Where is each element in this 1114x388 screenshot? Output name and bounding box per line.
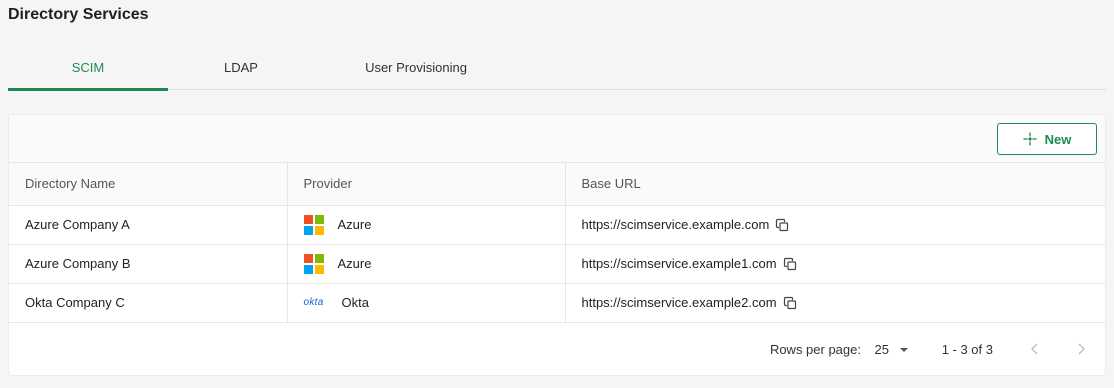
column-header-provider[interactable]: Provider [286, 163, 565, 206]
base-url-text: https://scimservice.example.com [581, 217, 770, 232]
directory-table-card: New Directory Name Provider Base URL Azu… [8, 114, 1106, 376]
directory-table: Directory Name Provider Base URL Azure C… [9, 163, 1105, 323]
provider-cell: Azure [286, 205, 565, 245]
chevron-right-icon [1078, 343, 1085, 355]
new-button[interactable]: New [997, 123, 1097, 155]
copy-icon[interactable] [783, 257, 797, 271]
okta-logo-icon: okta [303, 297, 324, 308]
base-url-cell: https://scimservice.example2.com [564, 283, 1105, 323]
directory-services-page: Directory Services SCIM LDAP User Provis… [0, 0, 1114, 388]
table-toolbar: New [9, 115, 1105, 163]
table-row[interactable]: Azure Company A Azure https://scimservic… [9, 205, 1105, 245]
caret-down-icon [900, 347, 908, 352]
table-header-row: Directory Name Provider Base URL [9, 163, 1105, 206]
base-url-cell: https://scimservice.example1.com [564, 244, 1105, 284]
pagination-range: 1 - 3 of 3 [941, 342, 993, 357]
previous-page-button[interactable] [1025, 339, 1045, 359]
next-page-button[interactable] [1071, 339, 1091, 359]
provider-name: Okta [341, 295, 369, 310]
provider-cell: Azure [286, 244, 565, 284]
base-url-text: https://scimservice.example2.com [581, 295, 777, 310]
tab-user-provisioning[interactable]: User Provisioning [336, 46, 496, 89]
new-button-label: New [1044, 131, 1072, 147]
chevron-left-icon [1031, 343, 1038, 355]
provider-cell: okta Okta [286, 283, 565, 323]
microsoft-logo-icon [303, 214, 324, 235]
table-row[interactable]: Azure Company B Azure https://scimservic… [9, 244, 1105, 284]
tab-bar: SCIM LDAP User Provisioning [8, 46, 1106, 91]
copy-icon[interactable] [783, 296, 797, 310]
rows-per-page-value: 25 [874, 342, 889, 357]
directory-name-cell: Okta Company C [9, 283, 287, 323]
rows-per-page-select[interactable]: 25 [875, 342, 909, 357]
column-header-directory-name[interactable]: Directory Name [9, 163, 287, 206]
rows-per-page-label: Rows per page: [769, 342, 861, 357]
tab-ldap[interactable]: LDAP [161, 46, 321, 89]
microsoft-logo-icon [303, 253, 324, 274]
base-url-cell: https://scimservice.example.com [564, 205, 1105, 245]
directory-name-cell: Azure Company B [9, 244, 287, 284]
column-header-base-url[interactable]: Base URL [564, 163, 1105, 206]
sparkle-plus-icon [1023, 132, 1037, 146]
base-url-text: https://scimservice.example1.com [581, 256, 777, 271]
provider-name: Azure [337, 256, 372, 271]
table-row[interactable]: Okta Company C okta Okta https://scimser… [9, 283, 1105, 323]
tab-scim[interactable]: SCIM [8, 46, 168, 91]
provider-name: Azure [337, 217, 372, 232]
copy-icon[interactable] [775, 218, 789, 232]
page-title: Directory Services [8, 6, 149, 23]
directory-name-cell: Azure Company A [9, 205, 287, 245]
pagination-footer: Rows per page: 25 1 - 3 of 3 [9, 323, 1105, 376]
